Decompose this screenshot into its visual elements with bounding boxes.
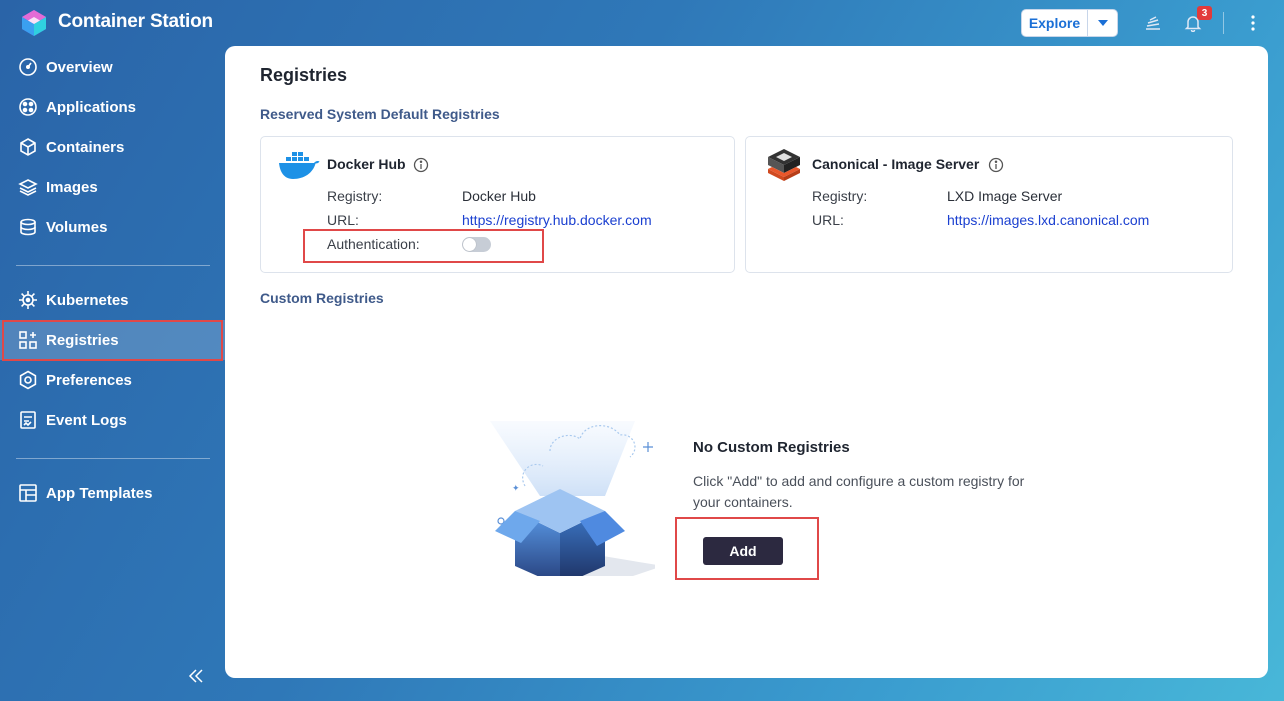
sidebar-divider [16,265,210,266]
toggle-knob [463,238,476,251]
explore-caret-icon[interactable] [1087,10,1117,36]
collapse-sidebar-icon[interactable] [186,666,206,686]
sidebar-item-registries[interactable]: Registries [0,320,225,360]
canonical-card: Canonical - Image Server Registry: LXD I… [745,136,1233,273]
url-label: URL: [812,212,844,228]
log-icon [20,411,36,429]
docker-hub-card: Docker Hub Registry: Docker Hub URL: htt… [260,136,735,273]
canonical-url-link[interactable]: https://images.lxd.canonical.com [947,212,1149,228]
template-icon [19,484,37,502]
sidebar-item-label: Overview [46,58,113,76]
sidebar-item-applications[interactable]: Applications [0,87,225,127]
sidebar-item-label: Containers [46,138,125,156]
sidebar-item-label: App Templates [46,484,153,502]
sidebar-item-label: Preferences [46,371,132,389]
sidebar-item-overview[interactable]: Overview [0,47,225,87]
header-divider [1223,12,1224,34]
registry-value: Docker Hub [462,188,536,204]
docker-whale-icon [279,152,320,179]
info-icon[interactable] [988,157,1004,173]
gear-icon [19,370,37,390]
url-label: URL: [327,212,359,228]
layers-icon [18,179,38,196]
docker-hub-url-link[interactable]: https://registry.hub.docker.com [462,212,652,228]
registry-value: LXD Image Server [947,188,1063,204]
open-box-illustration: ✦ ✦ [490,421,655,576]
canonical-title: Canonical - Image Server [812,156,980,172]
helm-icon [19,291,37,309]
notification-badge: 3 [1197,6,1212,20]
add-registry-button[interactable]: Add [703,537,783,565]
apps-icon [19,98,37,116]
lxd-server-icon [768,149,800,181]
sidebar-item-label: Registries [46,331,119,349]
app-title: Container Station [58,11,213,32]
svg-text:✦: ✦ [512,484,520,494]
authentication-toggle[interactable] [462,237,491,252]
sidebar-item-volumes[interactable]: Volumes [0,207,225,247]
database-icon [20,218,36,236]
sparkle-icon [643,442,653,452]
sidebar-item-app-templates[interactable]: App Templates [0,473,225,513]
registry-label: Registry: [327,188,383,204]
explore-label[interactable]: Explore [1022,10,1087,36]
gauge-icon [19,58,37,76]
container-station-logo-icon [22,10,46,36]
sidebar: Overview Applications Containers Images … [0,46,225,701]
info-icon[interactable] [413,157,429,173]
registry-grid-icon [19,331,37,349]
explore-button[interactable]: Explore [1021,9,1118,37]
sidebar-item-kubernetes[interactable]: Kubernetes [0,280,225,320]
top-bar: Container Station Explore 3 [0,0,1284,46]
sidebar-item-label: Event Logs [46,411,127,429]
empty-state-title: No Custom Registries [693,439,850,456]
registry-label: Registry: [812,188,868,204]
page-title: Registries [260,65,348,85]
sidebar-item-containers[interactable]: Containers [0,127,225,167]
sidebar-item-label: Images [46,178,98,196]
sidebar-divider [16,458,210,459]
sidebar-item-label: Kubernetes [46,291,129,309]
docker-hub-title: Docker Hub [327,156,406,172]
empty-state-description: Click "Add" to add and configure a custo… [693,473,1025,510]
sidebar-item-preferences[interactable]: Preferences [0,360,225,400]
sidebar-item-event-logs[interactable]: Event Logs [0,400,225,440]
sidebar-item-label: Volumes [46,218,108,236]
more-vertical-icon[interactable] [1242,12,1264,34]
sidebar-item-label: Applications [46,98,137,116]
authentication-label: Authentication: [327,236,420,252]
tasks-stack-icon[interactable] [1142,12,1164,34]
main-panel: Registries Reserved System Default Regis… [225,46,1268,678]
default-registries-heading: Reserved System Default Registries [260,106,500,122]
custom-registries-heading: Custom Registries [260,290,384,306]
cube-icon [20,138,36,156]
sidebar-item-images[interactable]: Images [0,167,225,207]
